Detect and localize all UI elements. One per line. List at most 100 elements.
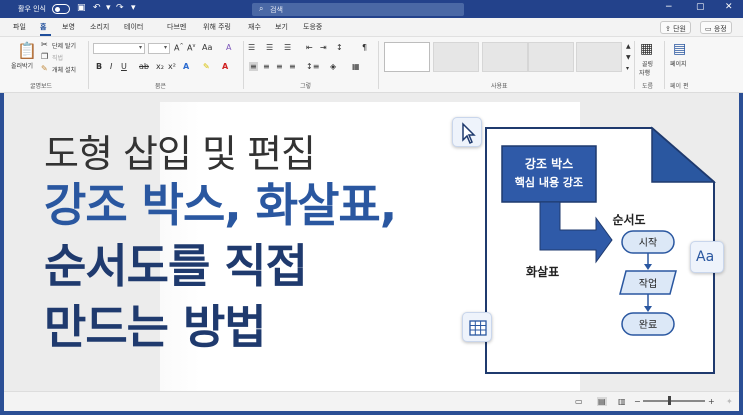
zoom-out-icon[interactable]: − bbox=[634, 397, 641, 406]
shading-icon[interactable]: ◈ bbox=[330, 62, 336, 71]
share-button[interactable]: ⇪ 단원 bbox=[660, 21, 691, 34]
align-right-icon[interactable]: ≡ bbox=[276, 62, 283, 71]
paste-label[interactable]: 올러박기 bbox=[11, 61, 33, 70]
pages-group-label: 페이 편 bbox=[670, 83, 689, 90]
zoom-in-icon[interactable]: + bbox=[708, 397, 715, 406]
web-layout-icon[interactable]: ▥ bbox=[618, 397, 626, 406]
tab-help[interactable]: 도응중 bbox=[303, 22, 322, 32]
ribbon-divider bbox=[88, 41, 89, 89]
change-case-icon[interactable]: Aa bbox=[202, 43, 212, 52]
tab-review[interactable]: 재수 bbox=[248, 22, 261, 32]
heading-line-4: 만드는 방법 bbox=[44, 300, 267, 354]
window-frame-right bbox=[739, 93, 743, 415]
callout-line-2: 핵심 내용 강조 bbox=[515, 175, 583, 189]
pages-label[interactable]: 페이지 bbox=[670, 59, 687, 68]
redo-icon[interactable]: ↷ bbox=[116, 3, 124, 13]
style-normal[interactable] bbox=[384, 42, 430, 72]
minimize-button[interactable]: − bbox=[665, 2, 673, 12]
highlight-icon[interactable]: ✎ bbox=[203, 62, 210, 71]
table-icon bbox=[469, 320, 487, 336]
restore-button[interactable]: ▢ bbox=[696, 2, 705, 12]
style-heading-1[interactable] bbox=[482, 42, 528, 72]
subscript-icon[interactable]: x₂ bbox=[156, 62, 164, 71]
numbering-icon[interactable]: ☰ bbox=[266, 43, 273, 52]
zoom-slider[interactable] bbox=[643, 400, 705, 402]
shrink-font-icon[interactable]: Av bbox=[187, 43, 195, 53]
styles-group-label: 사용표 bbox=[491, 83, 508, 90]
document-fold bbox=[651, 126, 716, 183]
tab-home[interactable]: 홈 bbox=[40, 22, 46, 32]
underline-icon[interactable]: U bbox=[121, 62, 127, 71]
align-left-icon[interactable]: ≡ bbox=[249, 62, 258, 71]
style-title[interactable] bbox=[576, 42, 622, 72]
italic-icon[interactable]: I bbox=[110, 62, 112, 71]
paste-icon[interactable]: 📋 bbox=[17, 41, 37, 60]
increase-indent-icon[interactable]: ⇥ bbox=[320, 43, 327, 52]
comments-button[interactable]: ▭ 응정 bbox=[700, 21, 732, 34]
find-grid-icon[interactable]: ▦ bbox=[640, 41, 653, 57]
brush-icon[interactable]: ✎ bbox=[41, 64, 48, 73]
format-painter-label[interactable]: 개체 설치 bbox=[52, 65, 76, 74]
tab-draw[interactable]: 소리지 bbox=[90, 22, 109, 32]
align-center-icon[interactable]: ≡ bbox=[263, 62, 270, 71]
search-input[interactable]: ⌕ 검색 bbox=[252, 3, 464, 16]
superscript-icon[interactable]: x² bbox=[168, 62, 176, 71]
autosave-label: 활우 인식 bbox=[18, 5, 46, 13]
justify-icon[interactable]: ≡ bbox=[289, 62, 296, 71]
undo-dropdown-icon[interactable]: ▾ bbox=[106, 3, 111, 13]
paragraph-group-label: 그렇 bbox=[300, 83, 312, 90]
tab-references[interactable]: 위해 주링 bbox=[203, 22, 231, 32]
pages-icon[interactable]: ▤ bbox=[673, 41, 686, 57]
document-canvas: 도형 삽입 및 편집 강조 박스, 화살표, 순서도를 직접 만드는 방법 강조… bbox=[0, 93, 743, 391]
customize-toolbar-icon[interactable]: ▾ bbox=[131, 3, 136, 13]
copy-label[interactable]: 직법 bbox=[52, 53, 63, 62]
tab-view[interactable]: 보기 bbox=[275, 22, 288, 32]
line-spacing-icon[interactable]: ↕≡ bbox=[306, 62, 319, 71]
search-placeholder: 검색 bbox=[270, 6, 283, 14]
font-size-box[interactable]: ▾ bbox=[148, 43, 170, 54]
flowchart-document: 강조 박스 핵심 내용 강조 화살표 순서도 시작 작업 완료 bbox=[485, 126, 716, 374]
save-icon[interactable]: ▣ bbox=[77, 3, 86, 13]
bold-icon[interactable]: B bbox=[96, 62, 102, 71]
show-formatting-icon[interactable]: ¶ bbox=[362, 43, 367, 52]
clipboard-group-label: 굴명보드 bbox=[30, 83, 53, 90]
find-group-label: 도름 bbox=[642, 83, 654, 90]
sort-icon[interactable]: ↕ bbox=[336, 43, 343, 52]
style-heading-2[interactable] bbox=[528, 42, 574, 72]
autosave-toggle[interactable] bbox=[52, 4, 70, 14]
font-card[interactable]: Aa bbox=[690, 241, 724, 273]
clear-format-icon[interactable]: A bbox=[226, 43, 231, 52]
arrow-label: 화살표 bbox=[526, 264, 559, 279]
apply-sub-label[interactable]: 자행 bbox=[639, 68, 650, 77]
read-mode-icon[interactable]: ▭ bbox=[575, 397, 583, 406]
bullets-icon[interactable]: ☰ bbox=[248, 43, 255, 52]
close-button[interactable]: ✕ bbox=[725, 2, 733, 12]
strikethrough-icon[interactable]: ab bbox=[139, 62, 149, 71]
borders-icon[interactable]: ▦ bbox=[352, 62, 360, 71]
decrease-indent-icon[interactable]: ⇤ bbox=[306, 43, 313, 52]
scissors-icon[interactable]: ✂ bbox=[41, 40, 48, 49]
text-effects-icon[interactable]: A bbox=[183, 62, 189, 71]
cursor-card[interactable] bbox=[452, 117, 482, 147]
apply-label[interactable]: 골링 bbox=[642, 59, 653, 68]
zoom-slider-thumb[interactable] bbox=[668, 396, 671, 405]
grow-font-icon[interactable]: A^ bbox=[174, 43, 184, 53]
cut-label[interactable]: 단제 탈기 bbox=[52, 41, 76, 50]
styles-scroll-down-icon[interactable]: ▼ bbox=[626, 54, 631, 61]
copy-icon[interactable]: ❐ bbox=[41, 52, 48, 61]
tab-layout[interactable]: 다브멘 bbox=[167, 22, 186, 32]
callout-box[interactable] bbox=[501, 145, 597, 203]
table-card[interactable] bbox=[462, 312, 492, 342]
font-color-icon[interactable]: A bbox=[222, 62, 228, 71]
tab-file[interactable]: 파일 bbox=[13, 22, 26, 32]
styles-scroll-up-icon[interactable]: ▲ bbox=[626, 43, 631, 50]
style-no-spacing[interactable] bbox=[433, 42, 479, 72]
multilevel-list-icon[interactable]: ☰ bbox=[284, 43, 291, 52]
font-name-box[interactable]: ▾ bbox=[93, 43, 145, 54]
styles-more-icon[interactable]: ▾ bbox=[626, 65, 629, 72]
print-layout-icon[interactable]: ▤ bbox=[597, 397, 607, 406]
tab-design[interactable]: 테이터 bbox=[124, 22, 143, 32]
undo-icon[interactable]: ↶ bbox=[93, 3, 101, 13]
tab-insert[interactable]: 보영 bbox=[62, 22, 75, 32]
ribbon-divider bbox=[378, 41, 379, 89]
